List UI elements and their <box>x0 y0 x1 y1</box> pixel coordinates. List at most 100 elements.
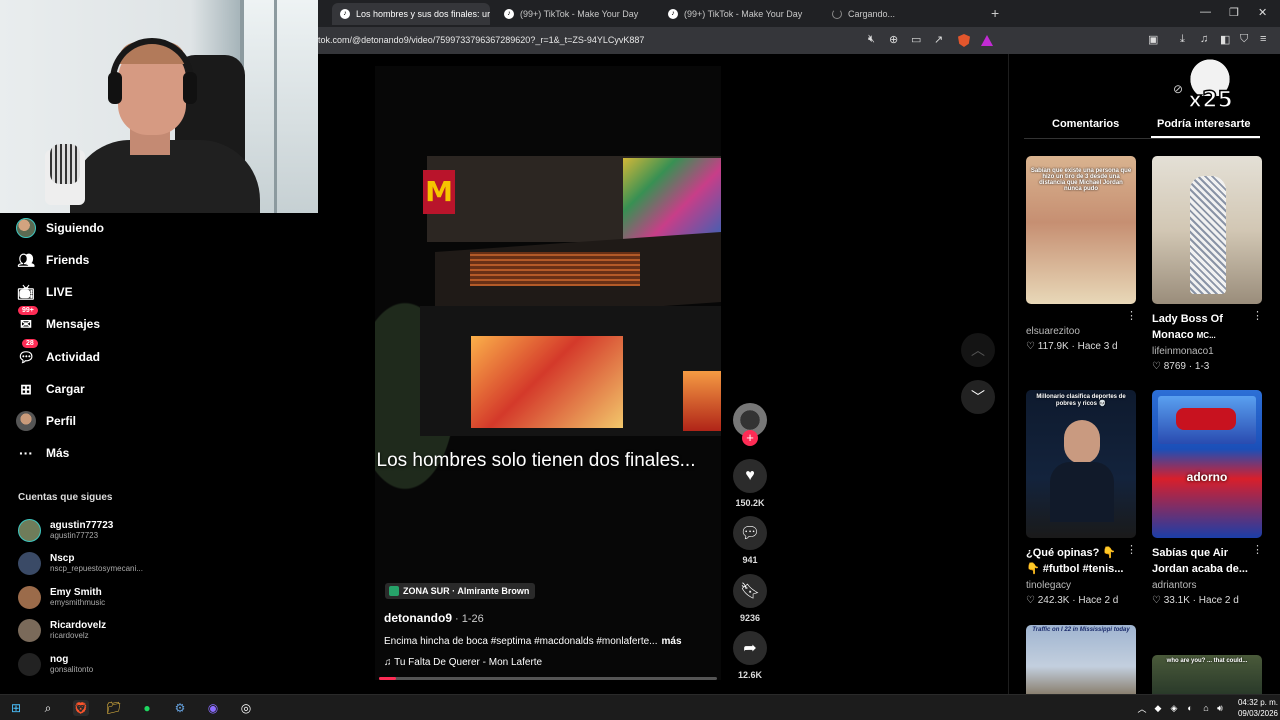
thumbnail-car <box>1176 408 1236 430</box>
card-time: Hace 3 d <box>1077 341 1118 352</box>
card-likes: 33.1K <box>1163 595 1190 606</box>
avatar <box>18 518 41 542</box>
followed-account[interactable]: Ricardovelz ricardovelz <box>18 615 188 645</box>
video-caption: Los hombres solo tienen dos finales... <box>376 450 696 471</box>
account-handle: agustin77723 <box>50 530 99 540</box>
restore-button[interactable]: ❐ <box>1229 6 1239 19</box>
menu-icon[interactable]: ≡ <box>1260 33 1266 45</box>
vpn-icon[interactable]: ⛉ <box>1240 33 1248 46</box>
more-link[interactable]: más <box>662 636 682 647</box>
sidebar-item-label: Mensajes <box>46 317 101 331</box>
zoom-icon[interactable]: ⊕ <box>889 33 898 46</box>
card-title-suffix: MC... <box>1196 331 1216 340</box>
account-name: agustin77723 <box>50 519 114 531</box>
video-music[interactable]: ♫ Tu Falta De Querer - Mon Laferte <box>384 657 542 668</box>
tray-expand-icon[interactable]: ︿ <box>1134 700 1150 716</box>
live-icon: 📺︎ <box>17 283 35 300</box>
sidebar-item-mensajes[interactable]: ✉︎ 99+ Mensajes <box>16 306 101 338</box>
brave-browser-icon[interactable]: 🦁︎ <box>73 700 89 716</box>
tab-comentarios[interactable]: Comentarios <box>1052 118 1119 130</box>
close-window-button[interactable]: ✕ <box>1258 6 1267 19</box>
browser-tab[interactable]: ♪ (99+) TikTok - Make Your Day <box>660 3 820 25</box>
share-arrow-icon: ➦ <box>743 640 757 657</box>
sidebar-item-actividad[interactable]: 💬︎ 28 Actividad <box>16 339 100 371</box>
location-tag[interactable]: ZONA SUR · Almirante Brown <box>385 583 536 599</box>
sidebar-item-siguiendo[interactable]: Siguiendo <box>16 214 104 242</box>
discord-icon[interactable]: ◉ <box>205 700 221 716</box>
tiktok-favicon-icon: ♪ <box>340 9 350 19</box>
video-card-thumbnail[interactable]: Millonario clasifica deportes de pobres … <box>1026 390 1136 538</box>
previous-video-button[interactable]: ︿ <box>961 333 995 367</box>
video-card-thumbnail[interactable]: Traffic on I 22 in Mississippi today <box>1026 625 1136 694</box>
tray-app-icon[interactable]: ◈ <box>1166 700 1182 716</box>
video-card-thumbnail[interactable]: Sabían que existe una persona que hizo u… <box>1026 156 1136 304</box>
brave-rewards-icon[interactable] <box>981 35 993 46</box>
sidebar-item-cargar[interactable]: ⊞ Cargar <box>16 375 85 403</box>
sidebar-item-label: Cargar <box>46 382 85 396</box>
card-author[interactable]: tinolegacy <box>1026 580 1071 591</box>
like-count: 150.2K <box>735 498 765 508</box>
taskbar-clock[interactable]: 04:32 p. m. 09/03/2026 <box>1226 697 1278 719</box>
sidebar-item-friends[interactable]: 👥︎ Friends <box>16 246 89 274</box>
cast-icon[interactable]: ▭ <box>911 33 921 46</box>
video-progress-bar[interactable] <box>379 677 717 680</box>
card-options-icon[interactable]: ⋮ <box>1252 543 1263 556</box>
browser-tab-active[interactable]: ♪ Los hombres y sus dos finales: ur ✕ <box>332 3 490 25</box>
followed-account[interactable]: nog gonsalitonto <box>18 649 188 679</box>
avatar <box>18 652 41 676</box>
followed-account[interactable]: Nscp nscp_repuestosymecani... <box>18 548 188 578</box>
sidebar-item-mas[interactable]: ··· Más <box>16 439 69 467</box>
next-video-button[interactable]: ﹀ <box>961 380 995 414</box>
card-options-icon[interactable]: ⋮ <box>1252 309 1263 322</box>
sidebar-item-label: Perfil <box>46 414 77 428</box>
spotify-icon[interactable]: ● <box>139 700 155 716</box>
share-button[interactable]: ➦ <box>733 631 767 665</box>
account-name: Nscp <box>50 552 75 564</box>
tab-label: (99+) TikTok - Make Your Day <box>520 9 639 19</box>
like-button[interactable]: ♥ <box>733 459 767 493</box>
tray-app-icon[interactable]: ◐ <box>1182 700 1198 716</box>
avatar <box>18 551 41 575</box>
followed-account[interactable]: agustin77723 agustin77723 <box>18 515 188 545</box>
follow-plus-icon[interactable]: + <box>742 430 758 446</box>
downloads-icon[interactable]: ⤓ <box>1180 33 1185 46</box>
tab-label: (99+) TikTok - Make Your Day <box>684 9 803 19</box>
comment-button[interactable]: 💬︎ <box>733 516 767 550</box>
followed-account[interactable]: Emy Smith emysmithmusic <box>18 582 188 612</box>
brave-shields-icon[interactable] <box>958 34 970 47</box>
card-stats: ♡ 33.1K · Hace 2 d <box>1152 595 1239 606</box>
video-player[interactable]: M Los hombres solo tienen dos finales...… <box>375 66 721 680</box>
new-tab-button[interactable]: + <box>991 5 999 21</box>
tray-app-icon[interactable]: ◆ <box>1150 700 1166 716</box>
windows-start-icon[interactable]: ⊞ <box>8 700 24 716</box>
video-card-thumbnail[interactable]: who are you? ... that could... <box>1152 655 1262 694</box>
browser-tab-loading[interactable]: Cargando... <box>824 3 984 25</box>
browser-tab[interactable]: ♪ (99+) TikTok - Make Your Day <box>496 3 656 25</box>
sidebar-toggle-icon[interactable]: ▣ <box>1148 33 1158 46</box>
card-options-icon[interactable]: ⋮ <box>1126 543 1137 556</box>
card-author[interactable]: elsuarezitoo <box>1026 326 1080 337</box>
minimize-button[interactable]: — <box>1200 6 1211 18</box>
panel-icon[interactable]: ◧ <box>1220 33 1230 46</box>
tab-podria-interesarte[interactable]: Podría interesarte <box>1157 118 1251 130</box>
sidebar-item-perfil[interactable]: Perfil <box>16 407 76 435</box>
card-author[interactable]: adriantors <box>1152 580 1196 591</box>
video-author[interactable]: detonando9 · 1-26 <box>384 611 484 625</box>
save-button[interactable]: 🔖︎ <box>733 574 767 608</box>
share-icon[interactable]: ↗ <box>934 33 943 46</box>
card-options-icon[interactable]: ⋮ <box>1126 309 1137 322</box>
search-icon[interactable]: ⌕ <box>40 700 56 716</box>
no-sound-icon[interactable]: 🔇︎ <box>868 33 875 46</box>
file-explorer-icon[interactable]: 📁︎ <box>106 700 122 716</box>
repost-icon[interactable]: ⊘ <box>1173 82 1183 96</box>
video-card-thumbnail[interactable]: adorno <box>1152 390 1262 538</box>
steam-icon[interactable]: ⚙ <box>172 700 188 716</box>
obs-icon[interactable]: ◎ <box>238 700 254 716</box>
media-icon[interactable]: ♫ <box>1200 33 1208 45</box>
card-author[interactable]: lifeinmonaco1 <box>1152 346 1214 357</box>
sidebar-item-live[interactable]: 📺︎ LIVE <box>16 278 73 306</box>
video-card-thumbnail[interactable] <box>1152 156 1262 304</box>
thumbnail-face <box>1064 420 1100 464</box>
url-field[interactable]: tok.com/@detonando9/video/75997337963672… <box>318 35 644 45</box>
sidebar-item-label: Más <box>46 446 70 460</box>
